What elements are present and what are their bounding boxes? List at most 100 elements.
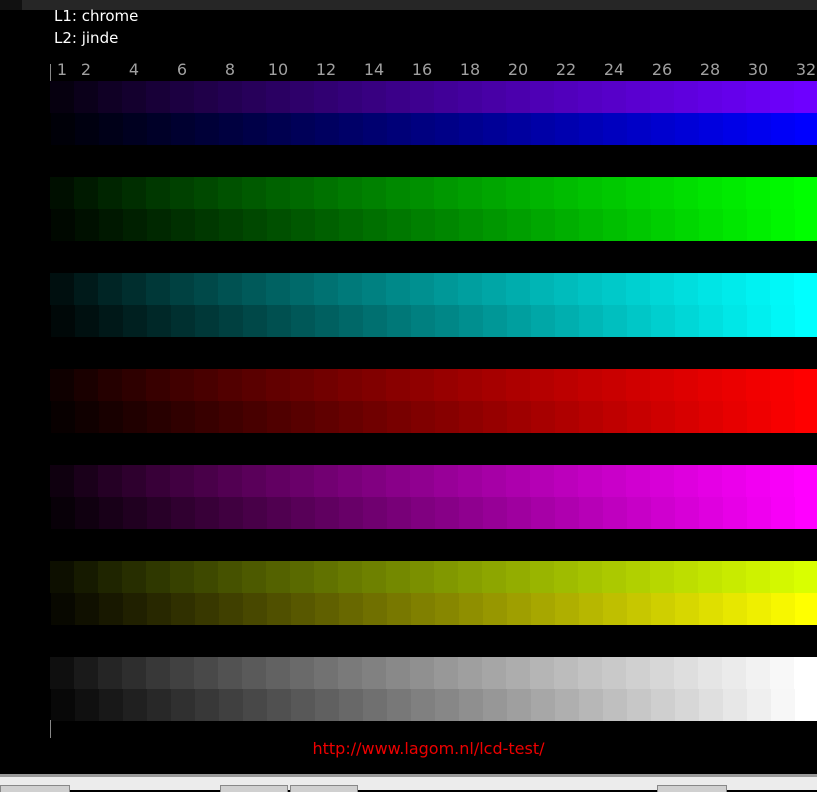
swatch-magenta-top-16 xyxy=(410,465,434,497)
swatch-blue-bottom-2 xyxy=(75,113,99,145)
swatch-cyan-top-26 xyxy=(650,273,674,305)
swatch-green-top-19 xyxy=(482,177,506,209)
swatch-yellow-bottom-30 xyxy=(747,593,771,625)
swatch-yellow-bottom-8 xyxy=(219,593,243,625)
swatch-gray-bottom-20 xyxy=(507,689,531,721)
swatch-cyan-top-17 xyxy=(434,273,458,305)
swatch-gray-bottom-28 xyxy=(699,689,723,721)
swatch-blue-bottom-7 xyxy=(195,113,219,145)
swatch-red-bottom-20 xyxy=(507,401,531,433)
swatch-magenta-bottom-16 xyxy=(411,497,435,529)
swatch-red-top-19 xyxy=(482,369,506,401)
swatch-cyan-top-7 xyxy=(194,273,218,305)
swatch-red-top-2 xyxy=(74,369,98,401)
swatch-magenta-bottom-11 xyxy=(291,497,315,529)
swatch-green-bottom-25 xyxy=(627,209,651,241)
swatch-green-bottom-32 xyxy=(795,209,817,241)
swatch-blue-top-12 xyxy=(314,81,338,113)
swatch-magenta-bottom-31 xyxy=(771,497,795,529)
swatch-magenta-top-14 xyxy=(362,465,386,497)
swatch-yellow-top-10 xyxy=(266,561,290,593)
swatch-yellow-bottom-25 xyxy=(627,593,651,625)
swatch-gray-bottom-24 xyxy=(603,689,627,721)
swatch-red-top-23 xyxy=(578,369,602,401)
swatch-gray-top-17 xyxy=(434,657,458,689)
swatch-cyan-bottom-5 xyxy=(147,305,171,337)
swatch-yellow-top-21 xyxy=(530,561,554,593)
swatch-yellow-top-27 xyxy=(674,561,698,593)
swatch-cyan-top-3 xyxy=(98,273,122,305)
swatch-gray-bottom-2 xyxy=(75,689,99,721)
swatch-blue-bottom-4 xyxy=(123,113,147,145)
label-line-2: L2: jinde xyxy=(54,29,119,47)
swatch-magenta-bottom-13 xyxy=(339,497,363,529)
swatch-cyan-bottom-28 xyxy=(699,305,723,337)
swatch-cyan-top-15 xyxy=(386,273,410,305)
swatch-gray-bottom-26 xyxy=(651,689,675,721)
swatch-green-top-17 xyxy=(434,177,458,209)
swatch-yellow-top-32 xyxy=(794,561,817,593)
swatch-magenta-top-11 xyxy=(290,465,314,497)
swatch-green-bottom-15 xyxy=(387,209,411,241)
swatch-magenta-top-18 xyxy=(458,465,482,497)
taskbar-button[interactable] xyxy=(0,785,70,792)
swatch-yellow-bottom-5 xyxy=(147,593,171,625)
swatch-gray-bottom-22 xyxy=(555,689,579,721)
taskbar-button[interactable] xyxy=(657,785,727,792)
swatch-green-bottom-24 xyxy=(603,209,627,241)
column-number: 4 xyxy=(128,60,140,79)
swatch-green-bottom-27 xyxy=(675,209,699,241)
swatch-red-bottom-21 xyxy=(531,401,555,433)
swatch-magenta-bottom-22 xyxy=(555,497,579,529)
swatch-gray-top-23 xyxy=(578,657,602,689)
swatch-cyan-bottom-4 xyxy=(123,305,147,337)
column-number: 26 xyxy=(651,60,673,79)
column-number: 20 xyxy=(507,60,529,79)
swatch-cyan-top-18 xyxy=(458,273,482,305)
swatch-gray-top-21 xyxy=(530,657,554,689)
swatch-gray-bottom-27 xyxy=(675,689,699,721)
swatch-blue-bottom-27 xyxy=(675,113,699,145)
swatch-gray-bottom-23 xyxy=(579,689,603,721)
swatch-magenta-bottom-32 xyxy=(795,497,817,529)
swatch-red-bottom-9 xyxy=(243,401,267,433)
swatch-green-top-21 xyxy=(530,177,554,209)
swatch-red-bottom-29 xyxy=(723,401,747,433)
swatch-cyan-bottom-32 xyxy=(795,305,817,337)
swatch-blue-top-31 xyxy=(770,81,794,113)
swatch-blue-top-23 xyxy=(578,81,602,113)
swatch-green-top-24 xyxy=(602,177,626,209)
swatch-blue-bottom-21 xyxy=(531,113,555,145)
swatch-magenta-top-12 xyxy=(314,465,338,497)
swatch-magenta-top-31 xyxy=(770,465,794,497)
swatch-magenta-top-6 xyxy=(170,465,194,497)
swatch-cyan-bottom-17 xyxy=(435,305,459,337)
swatch-green-bottom-2 xyxy=(75,209,99,241)
swatch-gray-top-27 xyxy=(674,657,698,689)
swatch-green-bottom-16 xyxy=(411,209,435,241)
swatch-cyan-top-30 xyxy=(746,273,770,305)
swatch-cyan-bottom-11 xyxy=(291,305,315,337)
swatch-gray-bottom-13 xyxy=(339,689,363,721)
swatch-yellow-bottom-16 xyxy=(411,593,435,625)
swatch-gray-bottom-3 xyxy=(99,689,123,721)
swatch-blue-bottom-17 xyxy=(435,113,459,145)
swatch-magenta-top-10 xyxy=(266,465,290,497)
swatch-green-top-5 xyxy=(146,177,170,209)
taskbar xyxy=(0,777,817,792)
swatch-red-bottom-5 xyxy=(147,401,171,433)
swatch-blue-top-7 xyxy=(194,81,218,113)
swatch-yellow-bottom-4 xyxy=(123,593,147,625)
swatch-cyan-top-5 xyxy=(146,273,170,305)
lagom-url-link[interactable]: http://www.lagom.nl/lcd-test/ xyxy=(0,739,817,758)
swatch-blue-bottom-20 xyxy=(507,113,531,145)
swatch-gray-bottom-4 xyxy=(123,689,147,721)
swatch-gray-top-14 xyxy=(362,657,386,689)
label-line-1: L1: chrome xyxy=(54,7,139,25)
taskbar-button[interactable] xyxy=(220,785,288,792)
column-number: 22 xyxy=(555,60,577,79)
swatch-red-top-12 xyxy=(314,369,338,401)
taskbar-button[interactable] xyxy=(290,785,358,792)
swatch-yellow-bottom-24 xyxy=(603,593,627,625)
swatch-green-bottom-22 xyxy=(555,209,579,241)
